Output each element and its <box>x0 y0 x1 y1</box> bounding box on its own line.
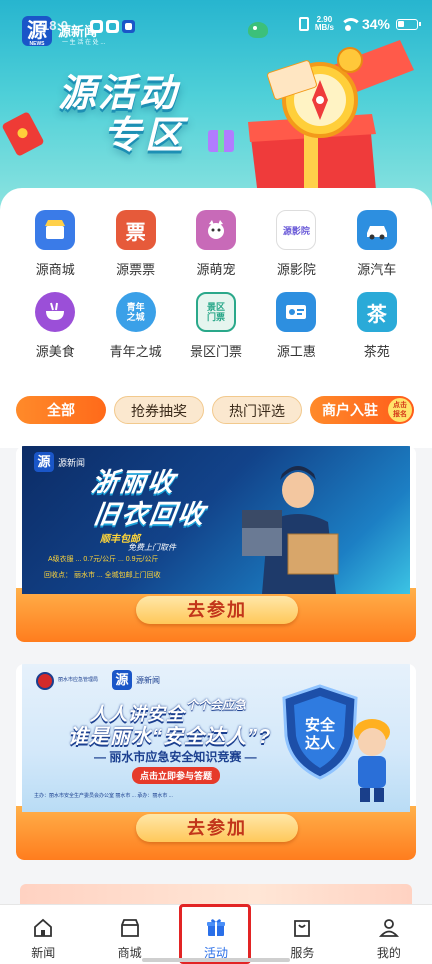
banner-subtitle: 旧衣回收 <box>91 499 208 529</box>
shield-text-line2: 达人 <box>305 734 336 752</box>
nav-label: 新闻 <box>31 946 56 960</box>
worker-kid-icon <box>354 719 390 802</box>
service-label: 源汽车 <box>357 262 397 277</box>
nav-label: 我的 <box>376 946 401 960</box>
activity-card-recycling[interactable]: 去参加 源 源新闻 浙丽收 旧衣回收 顺丰包邮 免费上门取件 A级衣服 ... … <box>16 446 416 642</box>
nav-service-bag[interactable]: 服务 <box>259 905 345 964</box>
merchant-join-button[interactable]: 商户入驻 点击 报名 <box>310 396 414 424</box>
brand-logo: 源 <box>34 452 54 472</box>
brand-logo: 源 <box>112 670 132 690</box>
shield-text-line1: 安全 <box>305 716 336 734</box>
safety-kid-illustration <box>354 719 390 802</box>
tea-icon: 茶 <box>356 292 397 332</box>
cinema-icon: 源影院 <box>276 210 317 250</box>
message-icon <box>106 20 119 33</box>
activity-banner[interactable]: 源 源新闻 浙丽收 旧衣回收 顺丰包邮 免费上门取件 A级衣服 ... 0.7元… <box>22 446 410 594</box>
merchant-signup-badge: 点击 报名 <box>388 398 412 422</box>
app-notification-icon <box>122 20 135 33</box>
car-icon <box>356 210 397 250</box>
hero-title-line2: 专区 <box>103 115 188 157</box>
service-label: 源票票 <box>116 262 156 277</box>
activity-card-safety-quiz[interactable]: 去参加 丽水市应急管理局 源 源新闻 人人讲安全 个个会应急 谁是丽水“安全达人… <box>16 664 416 860</box>
banner-brand: 源新闻 <box>136 676 160 685</box>
banner-subtitle: — 丽水市应急安全知识竞赛 — <box>94 750 257 764</box>
wifi-icon <box>339 18 362 31</box>
activity-card-footer: 去参加 <box>16 806 416 860</box>
tab-all[interactable]: 全部 <box>16 396 106 424</box>
nav-label: 商城 <box>117 946 142 960</box>
service-label: 青年之城 <box>109 344 162 359</box>
banner-organizer: 丽水市应急管理局 <box>58 677 99 683</box>
shop-icon <box>35 210 76 250</box>
coin-icon <box>337 47 363 73</box>
emergency-bureau-logo <box>36 672 54 690</box>
worker-icon <box>242 466 339 594</box>
banner-title: 谁是丽水“安全达人”? <box>68 726 272 748</box>
nav-gift[interactable]: 活动 <box>173 905 259 964</box>
home-indicator <box>142 958 290 962</box>
services-panel: 源商城票源票票 源萌宠 源影院 源影院 源汽车 源美食 青年 之城 青年之城 景区 门票 景区门票… <box>0 188 432 448</box>
service-item-youth-city[interactable]: 青年 之城 青年之城 <box>95 292 175 360</box>
service-label: 源美食 <box>35 344 75 359</box>
service-label: 源影院 <box>276 262 316 277</box>
service-label: 源工惠 <box>276 344 316 359</box>
small-gift-icon <box>208 130 234 152</box>
activity-card-footer: 去参加 <box>16 588 416 642</box>
banner-footnote: 主办：丽水市安全生产委员会办公室 丽水市 ... 承办：丽水市 ... <box>34 793 173 799</box>
join-button[interactable]: 去参加 <box>136 596 298 624</box>
vibrate-icon <box>298 17 309 31</box>
app-logo-sub: NEWS <box>29 41 45 47</box>
nav-profile[interactable]: 我的 <box>346 905 432 964</box>
gift-icon <box>207 919 226 936</box>
filter-tabs: 全部 抢券抽奖 热门评选 商户入驻 点击 报名 <box>16 396 416 426</box>
scenic-ticket-icon: 景区 门票 <box>195 292 236 332</box>
banner-slogan-secondary: 个个会应急 <box>186 698 247 712</box>
service-label: 源商城 <box>35 262 75 277</box>
youth-city-icon: 青年 之城 <box>115 292 156 332</box>
red-envelope-icon <box>1 111 45 157</box>
tab-hot-voting[interactable]: 热门评选 <box>212 396 302 424</box>
banner-tag-secondary: 免费上门取件 <box>128 543 176 552</box>
nav-home[interactable]: 新闻 <box>0 905 86 964</box>
delivery-worker-illustration <box>242 466 339 594</box>
worker-card-icon <box>276 292 317 332</box>
service-item-ticket[interactable]: 票源票票 <box>95 210 175 278</box>
brand-slogan: 一 生 活 在 处 ... <box>62 40 106 46</box>
activity-banner[interactable]: 丽水市应急管理局 源 源新闻 人人讲安全 个个会应急 谁是丽水“安全达人”? —… <box>22 664 410 812</box>
service-label: 景区门票 <box>189 344 242 359</box>
service-item-shop[interactable]: 源商城 <box>15 210 95 278</box>
quiz-cta-button[interactable]: 点击立即参与答题 <box>132 767 221 784</box>
service-bag-icon <box>294 920 311 937</box>
profile-icon <box>378 919 399 937</box>
hero-header: 源 NEWS 18:0 源新闻 一 生 活 在 处 ... 2.90 MB/s … <box>0 0 432 215</box>
tab-coupon-lottery[interactable]: 抢券抽奖 <box>114 396 204 424</box>
bottom-navigation: 新闻 商城 活动服务 我的 <box>0 904 432 964</box>
food-icon <box>35 292 76 332</box>
ticket-icon: 票 <box>115 210 156 250</box>
nav-store[interactable]: 商城 <box>86 905 172 964</box>
service-item-worker-card[interactable]: 源工惠 <box>256 292 336 360</box>
service-item-food[interactable]: 源美食 <box>15 292 95 360</box>
notification-icon <box>90 20 103 33</box>
service-item-car[interactable]: 源汽车 <box>337 210 417 278</box>
nav-label: 服务 <box>290 946 315 960</box>
home-icon <box>34 918 53 937</box>
service-grid: 源商城票源票票 源萌宠 源影院 源影院 源汽车 源美食 青年 之城 青年之城 景区 门票 景区门票… <box>15 210 417 360</box>
service-label: 茶苑 <box>363 344 390 359</box>
banner-note: 回收点： 丽水市 ... 全城包邮上门回收 <box>44 572 161 579</box>
store-icon <box>120 919 139 937</box>
pet-icon <box>195 210 236 250</box>
service-item-cinema[interactable]: 源影院 源影院 <box>256 210 336 278</box>
service-item-scenic-ticket[interactable]: 景区 门票 景区门票 <box>176 292 256 360</box>
banner-brand: 源新闻 <box>58 458 86 468</box>
battery-icon <box>396 18 421 30</box>
merchant-join-label: 商户入驻 <box>322 402 378 418</box>
service-label: 源萌宠 <box>196 262 236 277</box>
service-item-pet[interactable]: 源萌宠 <box>176 210 256 278</box>
gift-box-illustration <box>208 40 414 196</box>
banner-price-info: A级衣服 ... 0.7元/公斤 ... 0.9元/公斤 <box>48 556 159 563</box>
join-button[interactable]: 去参加 <box>136 814 298 842</box>
service-item-tea[interactable]: 茶茶苑 <box>337 292 417 360</box>
